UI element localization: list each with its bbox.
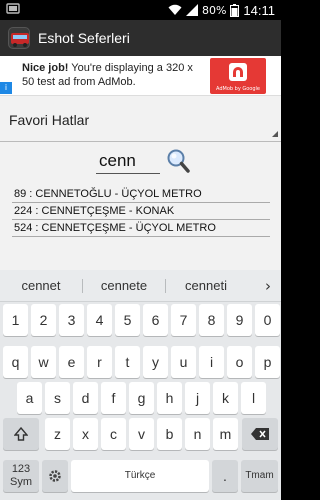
- spinner-arrow-icon: [272, 131, 278, 137]
- ad-info-icon[interactable]: i: [0, 82, 12, 94]
- letter-key[interactable]: o: [227, 346, 252, 378]
- letter-key[interactable]: k: [213, 382, 238, 414]
- battery-icon: [230, 3, 240, 17]
- symbols-key-label-2: Sym: [10, 476, 32, 488]
- letter-key[interactable]: t: [115, 346, 140, 378]
- letter-key[interactable]: d: [73, 382, 98, 414]
- space-key[interactable]: Türkçe: [71, 460, 209, 492]
- number-key[interactable]: 6: [143, 304, 168, 336]
- period-key[interactable]: .: [212, 460, 238, 492]
- main-content: Favori Hatlar cenn 89 : CENNETOĞLU - ÜÇY…: [0, 96, 281, 270]
- suggestion-2[interactable]: cennete: [83, 270, 165, 302]
- notification-icon: [6, 3, 20, 14]
- wifi-icon: [168, 4, 182, 15]
- status-bar: 80% 14:11: [0, 0, 281, 20]
- ad-text: Nice job! You're displaying a 320 x 50 t…: [22, 61, 202, 89]
- suggestion-1[interactable]: cennet: [0, 270, 82, 302]
- letter-key[interactable]: w: [31, 346, 56, 378]
- suggestion-3[interactable]: cenneti: [166, 270, 246, 302]
- number-key[interactable]: 0: [255, 304, 280, 336]
- admob-brand: AdMob by Google: [216, 86, 260, 92]
- letter-key[interactable]: p: [255, 346, 280, 378]
- search-icon[interactable]: [166, 148, 190, 174]
- gear-icon: [49, 470, 61, 482]
- letter-key[interactable]: e: [59, 346, 84, 378]
- backspace-icon: [251, 428, 269, 441]
- letter-key[interactable]: x: [73, 418, 98, 450]
- number-key[interactable]: 2: [31, 304, 56, 336]
- settings-key[interactable]: [42, 460, 68, 492]
- keyboard: cennet cennete cenneti › 123 Sym Türkçe …: [0, 270, 281, 500]
- letter-key[interactable]: j: [185, 382, 210, 414]
- letter-key[interactable]: b: [157, 418, 182, 450]
- more-suggestions-icon[interactable]: ›: [265, 270, 271, 302]
- symbols-key[interactable]: 123 Sym: [3, 460, 39, 492]
- letter-key[interactable]: h: [157, 382, 182, 414]
- admob-logo: AdMob by Google: [210, 58, 266, 94]
- shift-key[interactable]: [3, 418, 39, 450]
- result-item[interactable]: 524 : CENNETÇEŞME - ÜÇYOL METRO: [12, 220, 270, 237]
- result-item[interactable]: 224 : CENNETÇEŞME - KONAK: [12, 203, 270, 220]
- ad-banner[interactable]: i Nice job! You're displaying a 320 x 50…: [0, 56, 281, 96]
- favorite-lines-spinner[interactable]: Favori Hatlar: [0, 98, 281, 142]
- number-key[interactable]: 9: [227, 304, 252, 336]
- letter-key[interactable]: u: [171, 346, 196, 378]
- action-bar: Eshot Seferleri: [0, 20, 281, 56]
- letter-key[interactable]: g: [129, 382, 154, 414]
- letter-key[interactable]: r: [87, 346, 112, 378]
- results-list: 89 : CENNETOĞLU - ÜÇYOL METRO 224 : CENN…: [12, 186, 270, 237]
- letter-key[interactable]: f: [101, 382, 126, 414]
- number-key[interactable]: 5: [115, 304, 140, 336]
- admob-icon: [229, 63, 247, 81]
- shift-icon: [14, 427, 28, 441]
- backspace-key[interactable]: [242, 418, 278, 450]
- letter-key[interactable]: l: [241, 382, 266, 414]
- letter-key[interactable]: q: [3, 346, 28, 378]
- letter-key[interactable]: v: [129, 418, 154, 450]
- clock: 14:11: [243, 2, 275, 18]
- letter-key[interactable]: n: [185, 418, 210, 450]
- number-key[interactable]: 7: [171, 304, 196, 336]
- app-title: Eshot Seferleri: [38, 30, 130, 46]
- number-key[interactable]: 3: [59, 304, 84, 336]
- number-key[interactable]: 8: [199, 304, 224, 336]
- letter-key[interactable]: a: [17, 382, 42, 414]
- letter-key[interactable]: z: [45, 418, 70, 450]
- ad-text-bold: Nice job!: [22, 62, 69, 74]
- suggestion-bar: cennet cennete cenneti ›: [0, 270, 281, 302]
- letter-key[interactable]: y: [143, 346, 168, 378]
- letter-key[interactable]: m: [213, 418, 238, 450]
- number-key[interactable]: 4: [87, 304, 112, 336]
- result-item[interactable]: 89 : CENNETOĞLU - ÜÇYOL METRO: [12, 186, 270, 203]
- letter-key[interactable]: i: [199, 346, 224, 378]
- number-key[interactable]: 1: [3, 304, 28, 336]
- search-input[interactable]: cenn: [96, 150, 160, 174]
- letter-key[interactable]: c: [101, 418, 126, 450]
- letter-key[interactable]: s: [45, 382, 70, 414]
- symbols-key-label-1: 123: [11, 463, 31, 475]
- bus-app-icon[interactable]: [8, 27, 30, 49]
- search-row: cenn: [0, 146, 281, 178]
- done-key[interactable]: Tmam: [241, 460, 278, 492]
- battery-percent: 80%: [201, 3, 227, 17]
- spinner-label: Favori Hatlar: [9, 112, 90, 128]
- signal-icon: [185, 4, 198, 16]
